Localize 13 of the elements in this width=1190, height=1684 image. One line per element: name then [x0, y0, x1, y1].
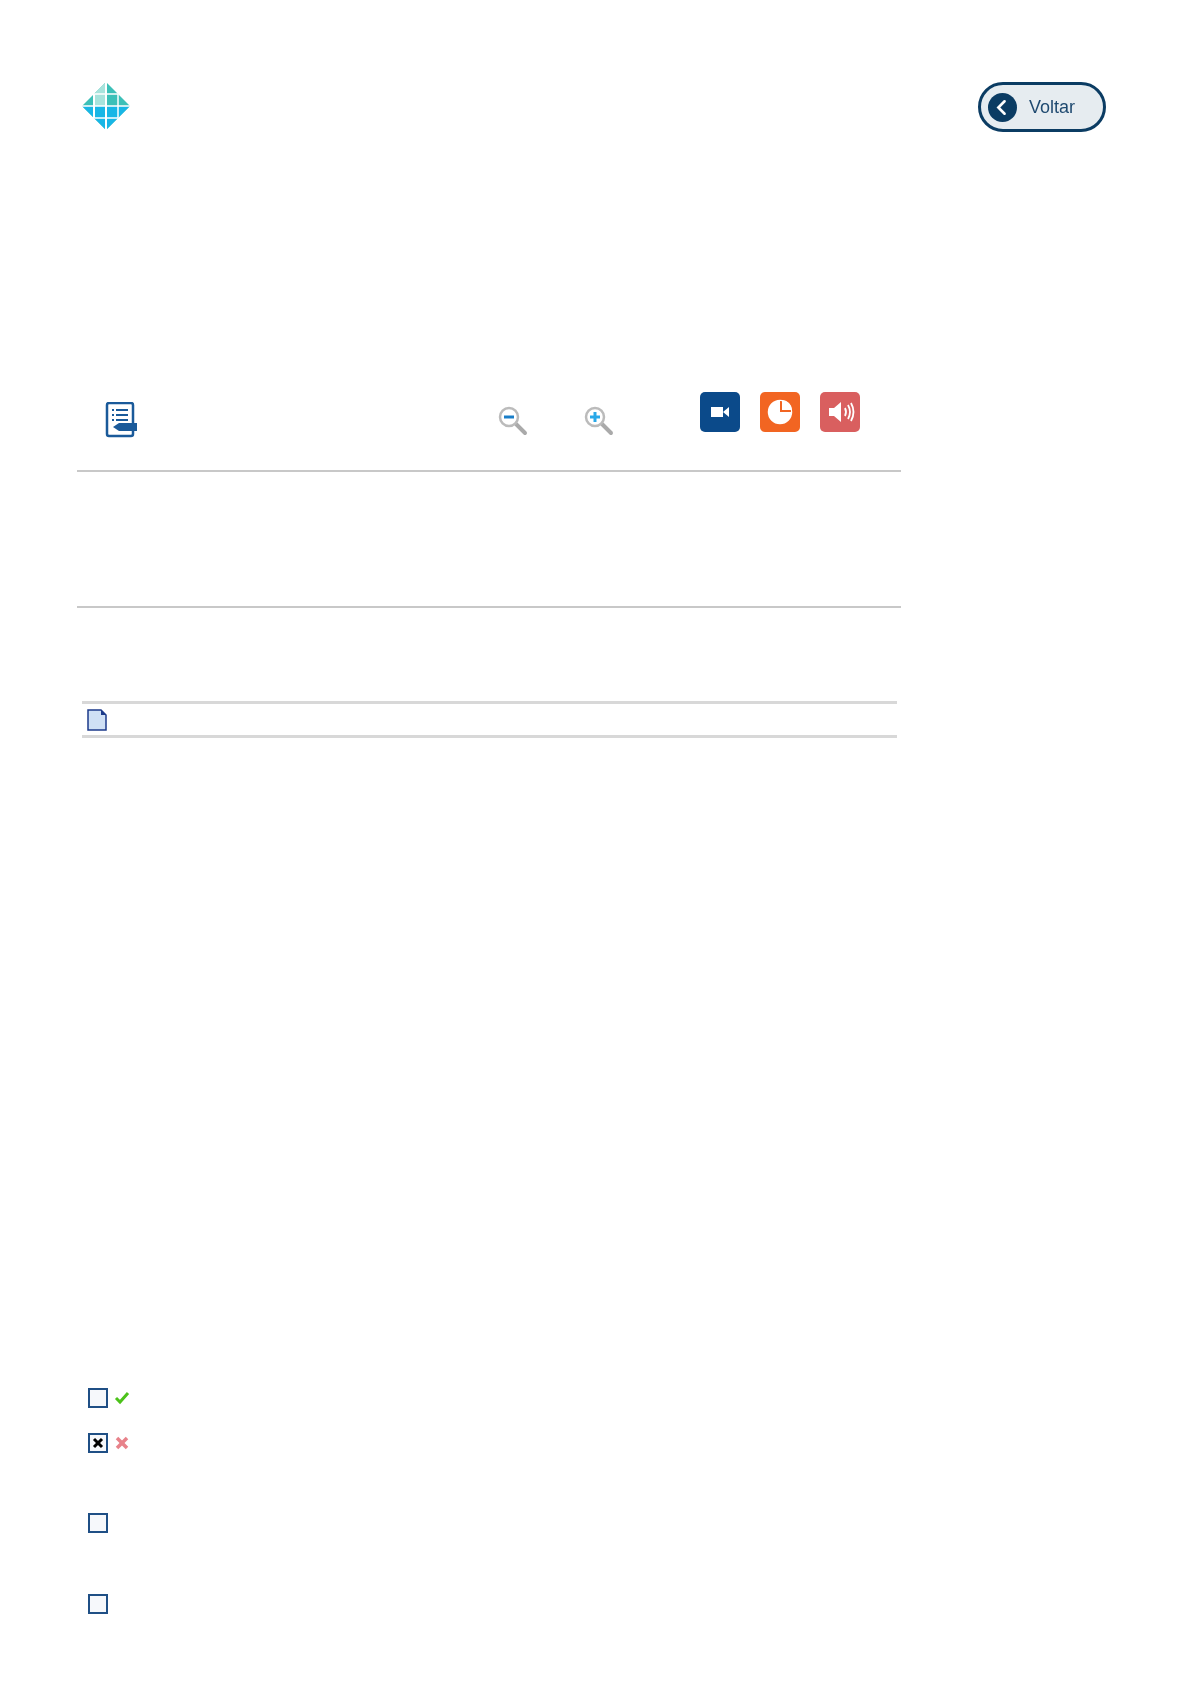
chevron-left-icon — [988, 92, 1017, 122]
speaker-icon[interactable] — [820, 392, 860, 432]
video-camera-icon[interactable] — [700, 392, 740, 432]
checkbox[interactable] — [88, 1433, 108, 1453]
checkbox[interactable] — [88, 1388, 108, 1408]
zoom-in-icon[interactable] — [583, 405, 615, 437]
checkbox[interactable] — [88, 1594, 108, 1614]
diamond-logo-icon — [82, 82, 130, 130]
list-document-icon[interactable] — [105, 402, 139, 438]
document-icon[interactable] — [87, 708, 107, 731]
checkbox[interactable] — [88, 1513, 108, 1533]
back-button[interactable]: Voltar — [978, 82, 1106, 132]
pie-chart-icon[interactable] — [760, 392, 800, 432]
